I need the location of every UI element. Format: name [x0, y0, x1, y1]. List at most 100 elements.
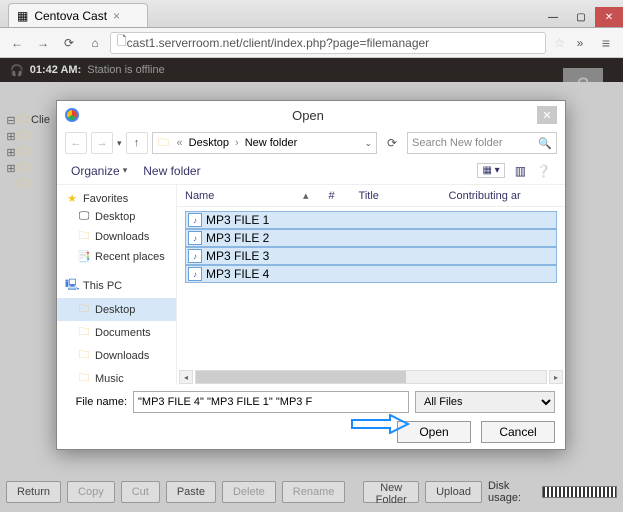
home-button[interactable]: ⌂: [84, 32, 106, 54]
cancel-button[interactable]: Cancel: [481, 421, 555, 443]
scroll-track[interactable]: [195, 370, 547, 384]
dialog-bottom: File name: All Files Open Cancel: [57, 385, 565, 449]
sidebar-item-pc-downloads[interactable]: 🗀Downloads: [57, 344, 176, 367]
col-name[interactable]: Name: [185, 190, 315, 202]
bottom-toolbar: Return Copy Cut Paste Delete Rename New …: [6, 478, 617, 506]
file-row[interactable]: ♪MP3 FILE 1: [185, 211, 557, 229]
tab-favicon: ▦: [17, 9, 28, 23]
sidebar-item-documents[interactable]: 🗀Documents: [57, 321, 176, 344]
breadcrumb[interactable]: 🗀 « Desktop › New folder ⌄: [152, 132, 377, 154]
return-button[interactable]: Return: [6, 481, 61, 503]
audio-file-icon: ♪: [188, 267, 202, 281]
nav-back-button[interactable]: ←: [65, 132, 87, 154]
dialog-titlebar: Open ✕: [57, 101, 565, 129]
favorites-group[interactable]: ★Favorites: [57, 189, 176, 208]
path-dropdown[interactable]: ⌄: [364, 138, 372, 149]
view-options-button[interactable]: ▦ ▾: [477, 163, 504, 178]
newfolder-button[interactable]: New Folder: [363, 481, 419, 503]
thispc-group[interactable]: 🖳This PC: [57, 273, 176, 298]
nav-forward-button[interactable]: →: [91, 132, 113, 154]
dialog-path-bar: ← → ▾ ↑ 🗀 « Desktop › New folder ⌄ ⟳ Sea…: [57, 129, 565, 157]
folder-icon: 🗀: [77, 300, 91, 319]
scroll-left-button[interactable]: ◂: [179, 370, 193, 384]
rename-button[interactable]: Rename: [282, 481, 346, 503]
disk-label: Disk usage:: [488, 480, 536, 504]
filename-label: File name:: [67, 396, 127, 408]
recent-icon: 📑: [77, 250, 91, 263]
cut-button[interactable]: Cut: [121, 481, 160, 503]
headphone-icon: 🎧: [10, 64, 24, 77]
refresh-button[interactable]: ⟳: [381, 132, 403, 154]
copy-button[interactable]: Copy: [67, 481, 115, 503]
new-folder-button[interactable]: New folder: [143, 164, 200, 178]
sidebar-item-desktop[interactable]: 🖵Desktop: [57, 208, 176, 225]
station-time: 01:42 AM:: [30, 64, 82, 76]
organize-menu[interactable]: Organize ▾: [71, 164, 127, 178]
page-icon: 🗋: [117, 32, 127, 53]
sidebar-item-recent[interactable]: 📑Recent places: [57, 248, 176, 265]
history-dropdown[interactable]: ▾: [117, 138, 122, 149]
back-button[interactable]: ←: [6, 32, 28, 54]
close-window-button[interactable]: ✕: [595, 7, 623, 27]
forward-button[interactable]: →: [32, 32, 54, 54]
scroll-thumb[interactable]: [196, 371, 406, 383]
open-button[interactable]: Open: [397, 421, 471, 443]
extensions-button[interactable]: »: [569, 32, 591, 54]
folder-icon: 🗀: [77, 369, 91, 385]
minimize-button[interactable]: —: [539, 7, 567, 27]
close-tab-icon[interactable]: ×: [113, 9, 120, 23]
file-list-pane: Name ▴ # Title Contributing ar ♪MP3 FILE…: [177, 185, 565, 385]
preview-pane-button[interactable]: ▥: [515, 164, 526, 178]
star-icon: ★: [65, 192, 79, 205]
col-contributing[interactable]: Contributing ar: [449, 190, 557, 202]
scroll-right-button[interactable]: ▸: [549, 370, 563, 384]
horizontal-scrollbar[interactable]: ◂ ▸: [177, 369, 565, 385]
col-number[interactable]: #: [329, 190, 359, 202]
station-status: Station is offline: [87, 64, 164, 76]
help-icon[interactable]: ❔: [536, 164, 551, 178]
sidebar-item-music[interactable]: 🗀Music: [57, 367, 176, 385]
url-text: cast1.serverroom.net/client/index.php?pa…: [127, 36, 430, 50]
dialog-toolbar: Organize ▾ New folder ▦ ▾ ▥ ❔: [57, 157, 565, 185]
maximize-button[interactable]: ▢: [567, 7, 595, 27]
open-file-dialog: Open ✕ ← → ▾ ↑ 🗀 « Desktop › New folder …: [56, 100, 566, 450]
folder-icon: 🗀: [77, 323, 91, 342]
breadcrumb-segment[interactable]: Desktop: [189, 137, 229, 149]
centova-header: 🎧 01:42 AM: Station is offline: [0, 58, 623, 82]
browser-toolbar: ← → ⟳ ⌂ 🗋 cast1.serverroom.net/client/in…: [0, 28, 623, 58]
disk-meter: [542, 486, 617, 498]
breadcrumb-segment[interactable]: New folder: [245, 137, 298, 149]
search-icon: 🔍: [538, 137, 552, 150]
paste-button[interactable]: Paste: [166, 481, 216, 503]
sidebar-item-pc-desktop[interactable]: 🗀Desktop: [57, 298, 176, 321]
file-list-header: Name ▴ # Title Contributing ar: [177, 185, 565, 207]
audio-file-icon: ♪: [188, 249, 202, 263]
file-row[interactable]: ♪MP3 FILE 2: [185, 229, 557, 247]
file-row[interactable]: ♪MP3 FILE 3: [185, 247, 557, 265]
search-input[interactable]: Search New folder 🔍: [407, 132, 557, 154]
dialog-sidebar: ★Favorites 🖵Desktop 🗀Downloads 📑Recent p…: [57, 185, 177, 385]
disk-usage: Disk usage:: [488, 480, 617, 504]
col-title[interactable]: Title: [359, 190, 449, 202]
reload-button[interactable]: ⟳: [58, 32, 80, 54]
file-row[interactable]: ♪MP3 FILE 4: [185, 265, 557, 283]
delete-button[interactable]: Delete: [222, 481, 276, 503]
filename-input[interactable]: [133, 391, 409, 413]
folder-icon: 🗀: [77, 346, 91, 365]
dialog-title: Open: [79, 108, 537, 123]
window-titlebar: ▦ Centova Cast × — ▢ ✕: [0, 0, 623, 28]
nav-up-button[interactable]: ↑: [126, 132, 148, 154]
tab-title: Centova Cast: [34, 9, 107, 23]
folder-icon: 🗀: [157, 134, 171, 153]
browser-tab[interactable]: ▦ Centova Cast ×: [8, 3, 148, 27]
address-bar[interactable]: 🗋 cast1.serverroom.net/client/index.php?…: [110, 32, 546, 54]
dialog-close-button[interactable]: ✕: [537, 106, 557, 124]
bookmark-icon[interactable]: ☆: [554, 36, 565, 50]
file-type-filter[interactable]: All Files: [415, 391, 555, 413]
desktop-icon: 🖵: [77, 210, 91, 223]
search-placeholder-text: Search New folder: [412, 137, 503, 149]
audio-file-icon: ♪: [188, 231, 202, 245]
upload-button[interactable]: Upload: [425, 481, 482, 503]
sidebar-item-downloads[interactable]: 🗀Downloads: [57, 225, 176, 248]
menu-button[interactable]: ≡: [595, 32, 617, 54]
